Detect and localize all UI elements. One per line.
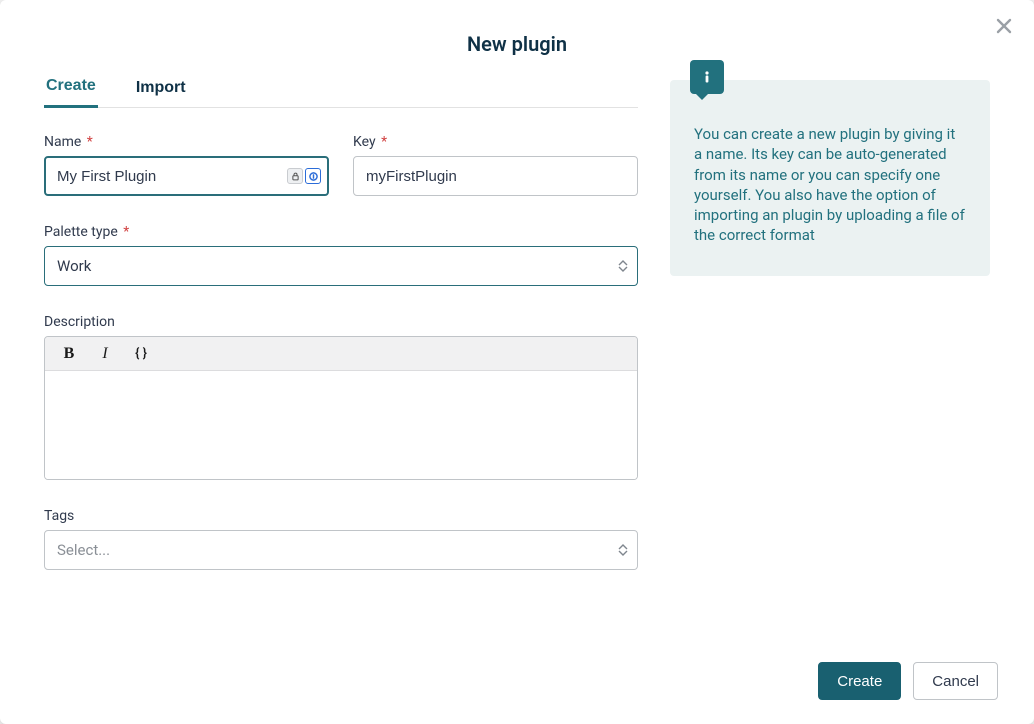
create-button[interactable]: Create (818, 662, 901, 700)
description-textarea[interactable] (45, 371, 637, 479)
required-mark: * (381, 134, 387, 150)
lock-icon (287, 168, 303, 184)
rte-bold-button[interactable]: B (55, 342, 83, 366)
key-input[interactable] (353, 156, 638, 196)
tags-select[interactable]: Select... (44, 530, 638, 570)
info-text: You can create a new plugin by giving it… (694, 124, 966, 246)
label-palette-text: Palette type (44, 224, 118, 240)
chevron-updown-icon (618, 544, 628, 556)
required-mark: * (87, 134, 93, 150)
rte-braces-button[interactable]: { } (127, 342, 155, 366)
label-tags: Tags (44, 508, 638, 524)
tab-import[interactable]: Import (134, 69, 188, 108)
new-plugin-modal: New plugin Create Import Name * (0, 0, 1034, 724)
one-password-icon (305, 168, 321, 184)
chevron-updown-icon (618, 260, 628, 272)
label-name: Name * (44, 134, 329, 150)
info-icon (690, 60, 724, 94)
palette-type-value: Work (57, 257, 91, 275)
label-key-text: Key (353, 134, 376, 150)
label-key: Key * (353, 134, 638, 150)
tab-create[interactable]: Create (44, 69, 98, 108)
rte-toolbar: B I { } (45, 337, 637, 371)
description-editor: B I { } (44, 336, 638, 480)
tabs: Create Import (44, 68, 638, 108)
rte-italic-button[interactable]: I (91, 342, 119, 366)
required-mark: * (123, 224, 129, 240)
palette-type-select[interactable]: Work (44, 246, 638, 286)
cancel-button[interactable]: Cancel (913, 662, 998, 700)
label-palette-type: Palette type * (44, 224, 638, 240)
close-icon[interactable] (990, 12, 1018, 40)
label-description: Description (44, 314, 638, 330)
label-name-text: Name (44, 134, 81, 150)
modal-footer: Create Cancel (818, 662, 998, 700)
tags-placeholder: Select... (57, 541, 110, 559)
modal-title: New plugin (0, 0, 1034, 68)
password-manager-badge (287, 168, 321, 184)
info-panel: You can create a new plugin by giving it… (670, 80, 990, 276)
